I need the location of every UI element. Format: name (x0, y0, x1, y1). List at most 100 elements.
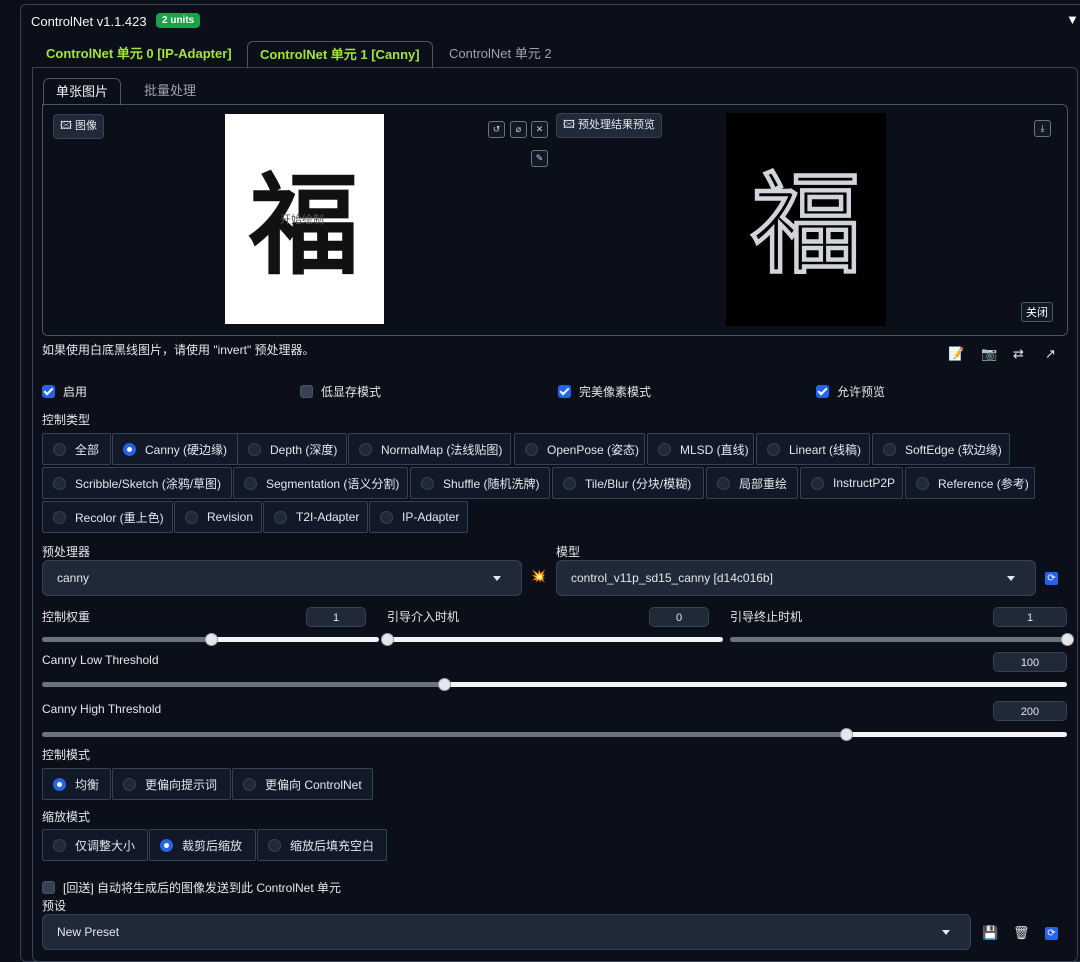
control-type-label: 控制类型 (42, 413, 91, 427)
preprocessor-preview-image: 福 (726, 113, 886, 326)
control-mode-option[interactable]: 更偏向 ControlNet (232, 768, 373, 800)
slider-track[interactable] (443, 682, 1067, 687)
control-type-option[interactable]: 全部 (42, 433, 111, 465)
slider-thumb[interactable] (839, 728, 853, 741)
units-badge: 2 units (156, 13, 201, 28)
tab-single-image[interactable]: 单张图片 (43, 78, 122, 106)
invert-hint: 如果使用白底黑线图片，请使用 "invert" 预处理器。 (42, 343, 315, 357)
preprocessor-label: 预处理器 (42, 545, 91, 559)
slider-thumb[interactable] (381, 633, 394, 646)
canny-high-label: Canny High Threshold (42, 702, 162, 716)
accordion-title[interactable]: ControlNet v1.1.423 (31, 14, 147, 29)
eraser-icon[interactable]: ⌀ (510, 121, 527, 138)
control-type-option[interactable]: Depth (深度) (237, 433, 347, 465)
slider-thumb[interactable] (204, 633, 218, 646)
refresh-icon[interactable]: ⟳ (1045, 572, 1058, 585)
control-type-option[interactable]: SoftEdge (软边缘) (872, 433, 1010, 465)
slider-fill (42, 732, 846, 737)
image-area (42, 104, 1068, 336)
image-icon: 🖾 (563, 119, 579, 131)
canny-low-label: Canny Low Threshold (42, 653, 159, 667)
control-type-option[interactable]: Lineart (线稿) (756, 433, 870, 465)
enable-checkbox[interactable]: 启用 (42, 383, 87, 400)
control-type-option[interactable]: Revision (174, 501, 262, 533)
close-preview-button[interactable]: 关闭 (1021, 302, 1053, 322)
slider-track[interactable] (845, 732, 1067, 737)
checkbox-icon[interactable] (42, 881, 55, 894)
trash-icon[interactable]: 🗑 (1013, 925, 1030, 941)
checkbox-icon[interactable] (300, 385, 313, 398)
resize-mode-label: 缩放模式 (42, 810, 91, 824)
control-type-option[interactable]: 局部重绘 (706, 467, 798, 499)
start-label: 引导介入时机 (387, 610, 460, 624)
control-type-option[interactable]: OpenPose (姿态) (514, 433, 645, 465)
save-icon[interactable]: 💾 (982, 925, 998, 941)
refresh-icon[interactable]: ⟳ (1045, 927, 1058, 940)
preprocessor-dropdown[interactable]: canny (42, 560, 522, 596)
end-label: 引导终止时机 (730, 610, 803, 624)
tab-unit-2[interactable]: ControlNet 单元 2 (437, 41, 564, 67)
control-type-option[interactable]: Shuffle (随机洗牌) (410, 467, 550, 499)
tab-batch[interactable]: 批量处理 (132, 78, 208, 104)
clear-icon[interactable]: ✕ (531, 121, 548, 138)
checkbox-icon[interactable] (558, 385, 571, 398)
slider-track[interactable] (387, 637, 723, 642)
control-type-option[interactable]: Reference (参考) (905, 467, 1035, 499)
weight-input[interactable]: 1 (306, 607, 366, 627)
canny-edge-image: 福 (750, 161, 862, 290)
edit-icon[interactable]: 📝 (948, 346, 964, 362)
canny-low-input[interactable]: 100 (993, 652, 1067, 672)
end-input[interactable]: 1 (993, 607, 1067, 627)
control-mode-option[interactable]: 更偏向提示词 (112, 768, 231, 800)
resize-mode-option[interactable]: 仅调整大小 (42, 829, 148, 861)
brush-icon[interactable]: ✎ (531, 150, 548, 167)
low-vram-checkbox[interactable]: 低显存模式 (300, 383, 381, 400)
svg-text:福: 福 (750, 161, 861, 289)
control-type-option[interactable]: IP-Adapter (369, 501, 468, 533)
slider-track[interactable] (210, 637, 379, 642)
slider-thumb[interactable] (1061, 633, 1074, 646)
loopback-checkbox[interactable]: [回送] 自动将生成后的图像发送到此 ControlNet 单元 (42, 879, 341, 896)
slider-thumb[interactable] (437, 678, 451, 691)
control-mode-option[interactable]: 均衡 (42, 768, 111, 800)
control-type-option[interactable]: Canny (硬边缘) (112, 433, 248, 465)
control-type-option[interactable]: Scribble/Sketch (涂鸦/草图) (42, 467, 232, 499)
slider-fill (42, 637, 211, 642)
swap-icon[interactable]: ⇄ (1013, 346, 1024, 362)
checkbox-icon[interactable] (42, 385, 55, 398)
weight-label: 控制权重 (42, 610, 91, 624)
canvas-overlay-text: 开始绘制 (280, 214, 324, 226)
collapse-icon[interactable]: ▼ (1066, 12, 1079, 27)
control-type-option[interactable]: NormalMap (法线贴图) (348, 433, 511, 465)
tab-unit-1[interactable]: ControlNet 单元 1 [Canny] (247, 41, 433, 69)
control-mode-label: 控制模式 (42, 748, 91, 762)
control-type-option[interactable]: Segmentation (语义分割) (233, 467, 408, 499)
image-icon: 🖾 (60, 120, 76, 132)
explosion-icon[interactable]: 💥 (531, 569, 546, 583)
start-input[interactable]: 0 (649, 607, 709, 627)
control-type-option[interactable]: MLSD (直线) (647, 433, 754, 465)
pixel-perfect-checkbox[interactable]: 完美像素模式 (558, 383, 651, 400)
preset-dropdown[interactable]: New Preset (42, 914, 971, 950)
preview-label: 🖾 预处理结果预览 (556, 113, 663, 138)
control-type-option[interactable]: T2I-Adapter (263, 501, 368, 533)
send-icon[interactable]: ↗ (1045, 346, 1056, 362)
resize-mode-option[interactable]: 裁剪后缩放 (149, 829, 256, 861)
model-dropdown[interactable]: control_v11p_sd15_canny [d14c016b] (556, 560, 1036, 596)
control-type-option[interactable]: Tile/Blur (分块/模糊) (552, 467, 704, 499)
control-type-option[interactable]: Recolor (重上色) (42, 501, 173, 533)
undo-icon[interactable]: ↺ (488, 121, 505, 138)
allow-preview-checkbox[interactable]: 允许预览 (816, 383, 885, 400)
resize-mode-option[interactable]: 缩放后填充空白 (257, 829, 387, 861)
image-label: 🖾 图像 (53, 114, 105, 139)
chevron-down-icon (493, 576, 501, 581)
tab-unit-0[interactable]: ControlNet 单元 0 [IP-Adapter] (34, 41, 244, 67)
checkbox-icon[interactable] (816, 385, 829, 398)
download-icon[interactable]: ⤓ (1034, 120, 1051, 137)
model-label: 模型 (556, 545, 581, 559)
control-type-option[interactable]: InstructP2P (800, 467, 903, 499)
canny-high-input[interactable]: 200 (993, 701, 1067, 721)
chevron-down-icon (1007, 576, 1015, 581)
camera-icon[interactable]: 📷 (981, 346, 997, 362)
slider-fill (42, 682, 444, 687)
